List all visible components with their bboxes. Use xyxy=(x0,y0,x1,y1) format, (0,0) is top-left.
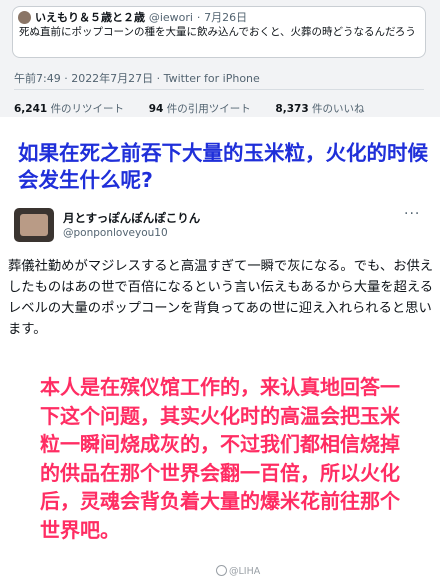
tweet-stats: 6,241 件のリツイート 94 件の引用ツイート 8,373 件のいいね xyxy=(14,101,364,116)
divider xyxy=(14,89,424,90)
quoted-tweet-card[interactable]: いえもり＆５歳と２歳 @iewori · 7月26日 死ぬ直前にポップコーンの種… xyxy=(12,6,426,58)
reply-author-handle[interactable]: @ponponloveyou10 xyxy=(63,227,168,239)
quoted-tweet-date[interactable]: 7月26日 xyxy=(204,11,247,24)
quoted-tweet-text: 死ぬ直前にポップコーンの種を大量に飲み込んでおくと、火葬の時どうなるんだろう xyxy=(19,26,416,38)
reply-tweet-text: 葬儀社勤めがマジレスすると高温すぎて一瞬で灰になる。でも、お供えしたものはあの世… xyxy=(8,259,434,337)
retweet-count[interactable]: 6,241 件のリツイート xyxy=(14,103,124,115)
caption-question: 如果在死之前吞下大量的玉米粒，火化的时候会发生什么呢? xyxy=(18,141,428,192)
tweet-timestamp[interactable]: 午前7:49 · 2022年7月27日 · Twitter for iPhone xyxy=(14,70,260,86)
weibo-icon xyxy=(216,565,227,576)
avatar[interactable] xyxy=(14,208,54,242)
quoted-author-name[interactable]: いえもり＆５歳と２歳 xyxy=(35,11,145,24)
watermark: @LIHA xyxy=(216,565,260,577)
caption-answer: 本人是在殡仪馆工作的，来认真地回答一下这个问题，其实火化时的高温会把玉米粒一瞬间… xyxy=(40,375,400,542)
avatar[interactable] xyxy=(18,11,31,24)
quoted-tweet-author: いえもり＆５歳と２歳 @iewori · 7月26日 xyxy=(35,11,248,24)
more-options-icon[interactable]: ··· xyxy=(404,206,420,222)
tweet-header-area: いえもり＆５歳と２歳 @iewori · 7月26日 死ぬ直前にポップコーンの種… xyxy=(0,0,440,117)
quote-count[interactable]: 94 件の引用ツイート xyxy=(149,103,251,115)
quoted-author-handle: @iewori xyxy=(148,11,193,24)
reply-author-name[interactable]: 月とすっぽんぽんぽこりん xyxy=(63,210,200,226)
like-count[interactable]: 8,373 件のいいね xyxy=(275,103,364,115)
